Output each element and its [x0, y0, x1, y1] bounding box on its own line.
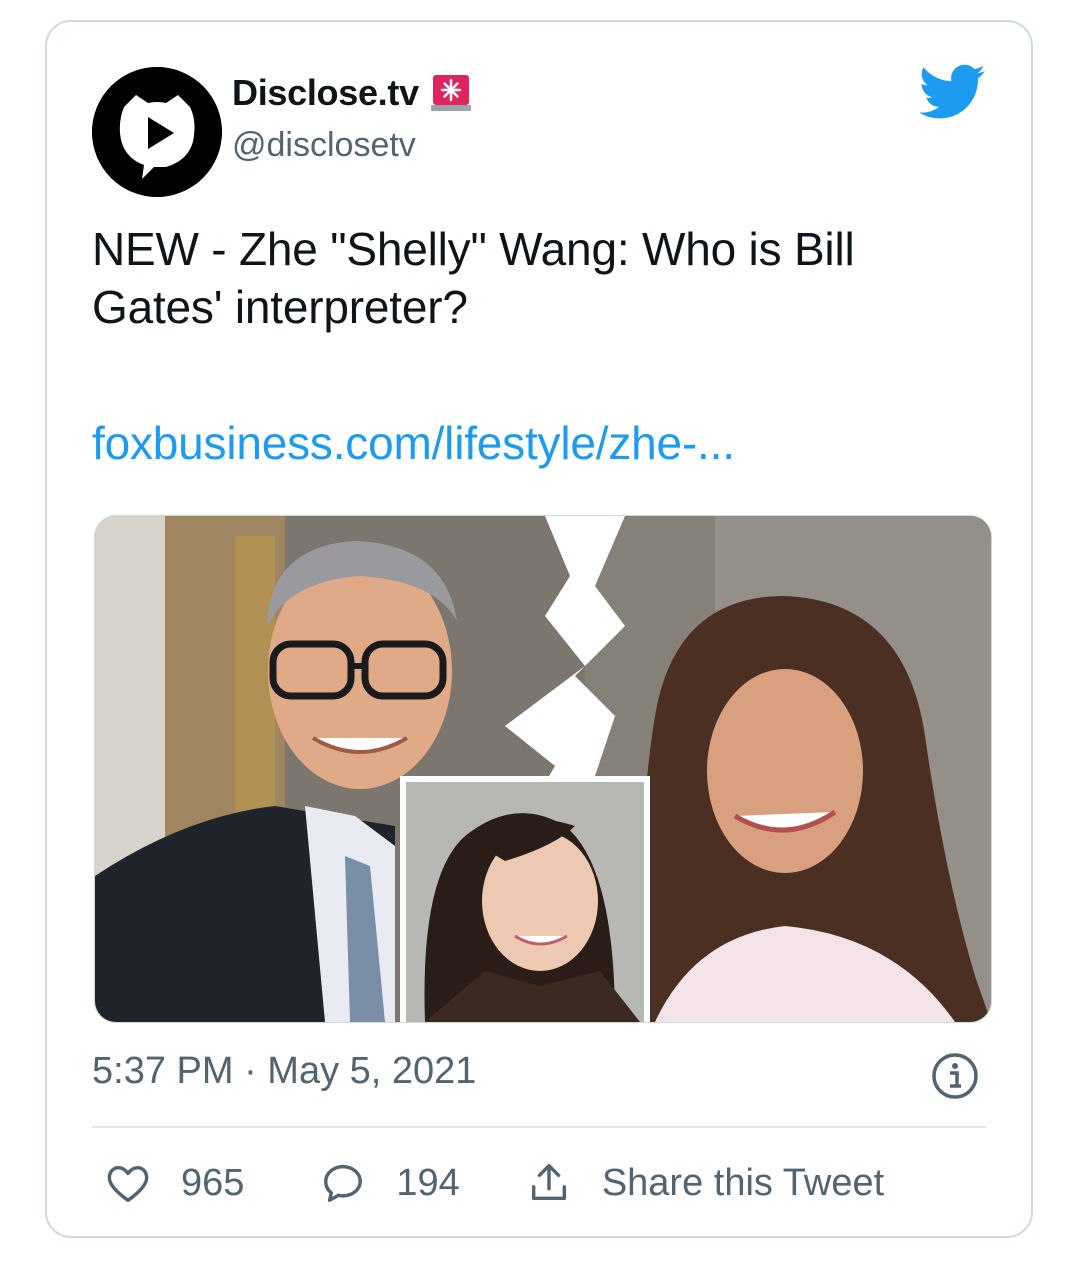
divider [92, 1126, 986, 1128]
heart-icon [107, 1165, 149, 1202]
share-button[interactable]: Share this Tweet [526, 1160, 884, 1206]
reply-count: 194 [396, 1161, 460, 1204]
tweet-card[interactable]: Disclose.tv @disclosetv NEW - Zhe "Shell… [45, 20, 1033, 1238]
photo-collage [95, 516, 991, 1022]
author-display-name[interactable]: Disclose.tv [232, 72, 419, 114]
tweet-timestamp[interactable]: 5:37 PM · May 5, 2021 [92, 1050, 476, 1093]
reply-bubble-icon [324, 1164, 363, 1202]
reply-button[interactable]: 194 [320, 1160, 460, 1206]
siren-icon [430, 75, 471, 111]
author-handle[interactable]: @disclosetv [232, 126, 416, 165]
share-label: Share this Tweet [601, 1161, 885, 1204]
author-avatar[interactable] [92, 67, 222, 197]
info-icon[interactable] [931, 1052, 979, 1100]
like-count: 965 [181, 1161, 245, 1204]
play-bubble-logo [92, 67, 222, 197]
share-upload-icon [531, 1164, 566, 1201]
tweet-link[interactable]: foxbusiness.com/lifestyle/zhe-... [92, 416, 735, 470]
twitter-bird-icon[interactable] [920, 64, 986, 120]
like-button[interactable]: 965 [105, 1160, 244, 1206]
tweet-media-image[interactable] [94, 515, 992, 1023]
tweet-actions: 965 194 Share this Tweet [105, 1160, 884, 1206]
tweet-text: NEW - Zhe "Shelly" Wang: Who is Bill Gat… [92, 223, 855, 333]
